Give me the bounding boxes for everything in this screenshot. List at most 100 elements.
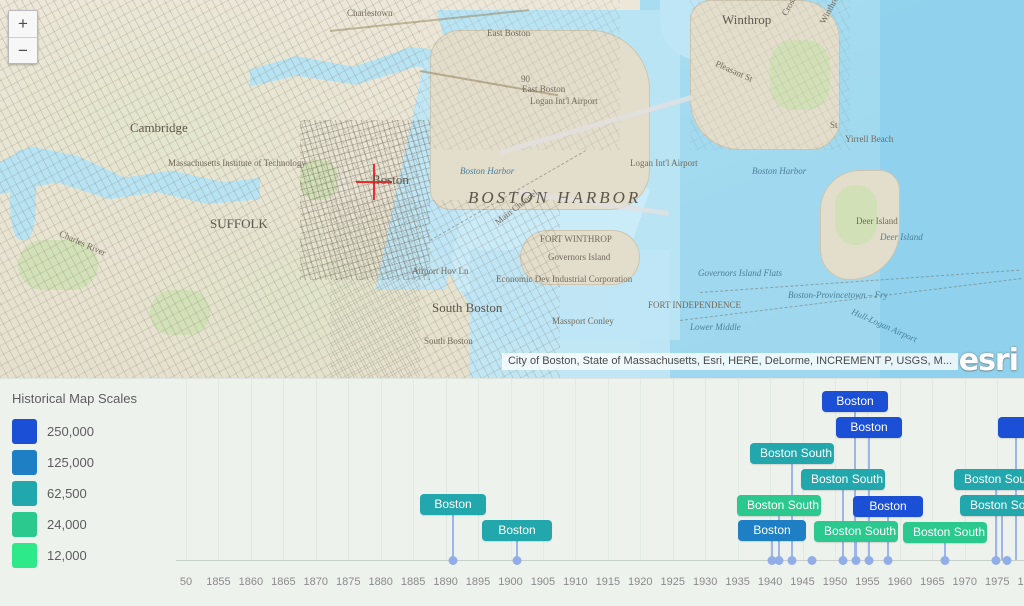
legend-swatch [12, 419, 37, 444]
map-street-texture-downtown [300, 120, 430, 280]
gridline [413, 379, 415, 561]
gridline [607, 379, 609, 561]
map-zoom-controls[interactable]: + − [8, 10, 38, 64]
timeline-dot[interactable] [940, 556, 950, 565]
app-root: Cambridge Boston Winthrop East Boston Charle… [0, 0, 1024, 606]
map-attribution: City of Boston, State of Massachusetts, … [501, 353, 958, 370]
timeline-item[interactable]: Boston [836, 417, 902, 438]
map-center-crosshair [356, 164, 392, 200]
axis-tick-label: 1980 [1017, 576, 1024, 588]
gridline [575, 379, 577, 561]
gridline [348, 379, 350, 561]
gridline [445, 379, 447, 561]
gridline [672, 379, 674, 561]
timeline-item[interactable]: Boston [420, 494, 486, 515]
axis-tick-label: 1890 [433, 576, 458, 588]
axis-tick-label: 1910 [563, 576, 588, 588]
timeline-dot[interactable] [787, 556, 797, 565]
legend-label: 125,000 [47, 455, 94, 470]
axis-tick-label: 1920 [628, 576, 653, 588]
timeline-item[interactable]: Boston [822, 391, 888, 412]
map-water-deep-right [880, 0, 1024, 378]
gridline [705, 379, 707, 561]
legend-label: 250,000 [47, 424, 94, 439]
axis-tick-label: 1965 [920, 576, 945, 588]
zoom-in-button[interactable]: + [9, 11, 37, 37]
timeline-dot[interactable] [448, 556, 458, 565]
axis-tick-label: 1935 [725, 576, 750, 588]
legend-entry[interactable]: 62,500 [12, 478, 176, 509]
axis-tick-label: 1875 [336, 576, 361, 588]
axis-tick-label: 1925 [660, 576, 685, 588]
timeline-item[interactable]: Boston South [801, 469, 885, 490]
legend-label: 12,000 [47, 548, 87, 563]
axis-tick-label: 1855 [206, 576, 231, 588]
timeline-item[interactable]: Boston South [903, 522, 987, 543]
axis-tick-label: 1950 [822, 576, 848, 588]
axis-tick-label: 1860 [238, 576, 264, 588]
map-canvas[interactable]: Cambridge Boston Winthrop East Boston Charle… [0, 0, 1024, 378]
timeline-item[interactable]: Boston South [954, 469, 1024, 490]
timeline-item[interactable]: Boston South [737, 495, 821, 516]
axis-tick-label: 1880 [368, 576, 393, 588]
legend-entry[interactable]: 12,000 [12, 540, 176, 571]
axis-tick-label: 1885 [400, 576, 426, 588]
axis-tick-label: 1915 [595, 576, 621, 588]
legend-label: 62,500 [47, 486, 87, 501]
timeline-item[interactable]: Boston South [750, 443, 834, 464]
timeline-dot[interactable] [991, 556, 1001, 565]
axis-tick-label: 1895 [465, 576, 491, 588]
axis-tick-label: 1975 [985, 576, 1010, 588]
timeline-dot[interactable] [1002, 556, 1012, 565]
legend-swatch [12, 481, 37, 506]
timeline-stem [452, 515, 454, 560]
legend-entry[interactable]: 125,000 [12, 447, 176, 478]
legend-entry[interactable]: 250,000 [12, 416, 176, 447]
gridline [283, 379, 285, 561]
legend-swatch [12, 512, 37, 537]
legend-entry[interactable]: 24,000 [12, 509, 176, 540]
timeline-stem [1001, 516, 1003, 560]
timeline-item[interactable]: Boston South [814, 521, 898, 542]
timeline-dot[interactable] [838, 556, 848, 565]
axis-tick-label: 1960 [887, 576, 913, 588]
axis-tick-label: 1900 [498, 576, 523, 588]
axis-tick-label: 1945 [790, 576, 815, 588]
zoom-out-button[interactable]: − [9, 37, 37, 63]
gridline [640, 379, 642, 561]
gridline [380, 379, 382, 561]
legend-label: 24,000 [47, 517, 87, 532]
legend-entry-list: 250,000 125,000 62,500 24,000 12,000 [12, 416, 176, 571]
timeline-axis-line [176, 560, 1024, 561]
timeline-dot[interactable] [774, 556, 784, 565]
timeline-panel[interactable]: Historical Map Scales 250,000 125,000 62,5… [0, 378, 1024, 606]
timeline-item[interactable] [998, 417, 1024, 438]
gridline [478, 379, 480, 561]
timeline-dot[interactable] [851, 556, 861, 565]
gridline [218, 379, 220, 561]
timeline-plot[interactable]: Boston Boston Boston Boston South Boston Sou… [176, 379, 1024, 606]
timeline-dot[interactable] [512, 556, 522, 565]
legend-swatch [12, 450, 37, 475]
legend-swatch [12, 543, 37, 568]
gridline [899, 379, 901, 561]
map-park-d [835, 185, 877, 245]
timeline-dot[interactable] [864, 556, 874, 565]
timeline-legend: Historical Map Scales 250,000 125,000 62,5… [0, 379, 176, 606]
axis-tick-label: 1940 [757, 576, 783, 588]
gridline [315, 379, 317, 561]
axis-tick-label: 1870 [303, 576, 329, 588]
map-street-texture-winthrop [690, 0, 850, 150]
timeline-item[interactable]: Boston [853, 496, 923, 517]
timeline-dot[interactable] [883, 556, 893, 565]
axis-tick-label: 1930 [692, 576, 718, 588]
legend-title: Historical Map Scales [12, 391, 137, 406]
timeline-dot[interactable] [807, 556, 817, 565]
timeline-item[interactable]: Boston [738, 520, 806, 541]
map-viewport[interactable]: Cambridge Boston Winthrop East Boston Charle… [0, 0, 1024, 378]
timeline-item[interactable]: Boston South [960, 495, 1024, 516]
axis-tick-label: 1905 [530, 576, 556, 588]
axis-tick-label: 1955 [855, 576, 880, 588]
timeline-item[interactable]: Boston [482, 520, 552, 541]
axis-tick-label: 1865 [271, 576, 296, 588]
